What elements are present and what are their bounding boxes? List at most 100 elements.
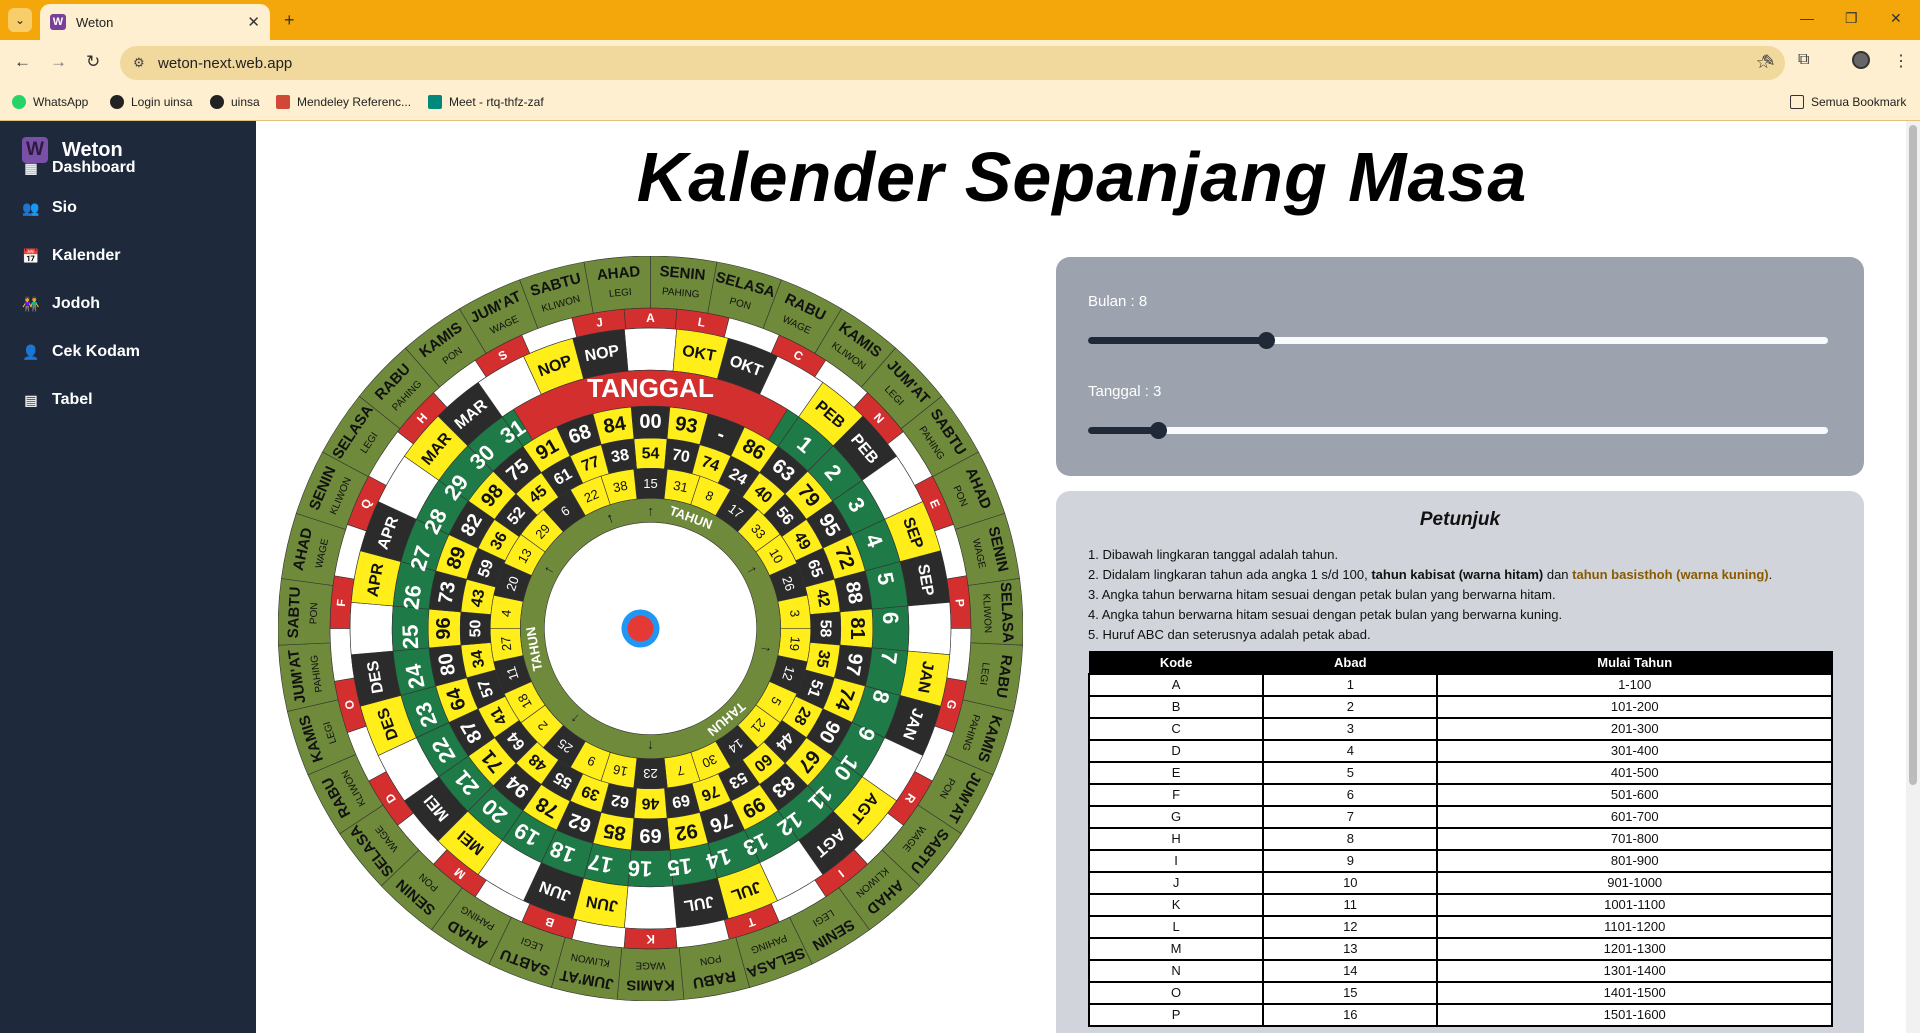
browser-tab[interactable]: W Weton ✕ — [40, 4, 270, 40]
year-mid-label: 58 — [817, 620, 835, 638]
tanggal-label: Tanggal : 3 — [1088, 383, 1162, 400]
table-cell: 901-1000 — [1436, 870, 1833, 895]
dashboard-icon: ▦ — [24, 159, 38, 176]
year-inner-label: 38 — [612, 478, 629, 496]
table-row: L 12 1101-1200 — [1087, 914, 1833, 939]
sidebar-item-sio[interactable]: 👥 Sio — [22, 199, 77, 217]
pasaran-label: LEGI — [608, 287, 632, 300]
table-cell: 6 — [1262, 782, 1439, 807]
center-pin-dot — [627, 615, 654, 642]
year-mid-label: 70 — [671, 446, 692, 467]
all-bookmarks-folder[interactable]: Semua Bookmark — [1790, 95, 1906, 109]
abad-letter: F — [334, 599, 349, 607]
table-cell: 1101-1200 — [1436, 914, 1833, 939]
table-cell: 5 — [1262, 760, 1439, 785]
year-outer-label: 73 — [435, 580, 461, 606]
day-cell — [962, 642, 1023, 712]
table-row: N 14 1301-1400 — [1087, 958, 1833, 983]
table-cell: 1301-1400 — [1436, 958, 1833, 983]
reload-icon[interactable]: ↻ — [86, 52, 100, 72]
main-content: Kalender Sepanjang Masa SENIN PAHING SELAS… — [256, 121, 1920, 1033]
year-mid-label: 42 — [813, 588, 834, 609]
table-cell: H — [1087, 826, 1265, 851]
table-row: O 15 1401-1500 — [1087, 980, 1833, 1005]
sidebar-item-kalender[interactable]: 📅 Kalender — [22, 247, 120, 265]
tab-title: Weton — [76, 14, 114, 30]
table-row: E 5 401-500 — [1087, 760, 1833, 785]
pasaran-label: KLIWON — [980, 593, 993, 633]
bulan-slider[interactable] — [1088, 332, 1828, 349]
controls-panel: Bulan : 8 Tanggal : 3 — [1056, 257, 1864, 476]
year-mid-label: 54 — [642, 444, 660, 462]
table-cell: 2 — [1262, 694, 1439, 719]
scrollbar-thumb[interactable] — [1909, 125, 1917, 785]
bookmark-item[interactable]: Login uinsa — [110, 95, 192, 109]
calendar-wheel[interactable]: SENINPAHING SELASAPON RABUWAGE KAMISKLIWONJ… — [278, 256, 1023, 1001]
forward-icon[interactable]: → — [50, 52, 67, 72]
tanggal-slider[interactable] — [1088, 422, 1828, 439]
sidebar-item-tabel[interactable]: ▤ Tabel — [22, 391, 92, 409]
new-tab-icon[interactable]: + — [284, 10, 295, 31]
year-mid-label: 62 — [610, 791, 631, 812]
table-cell: 15 — [1262, 980, 1439, 1005]
abad-letter: P — [953, 598, 968, 607]
bookmark-item[interactable]: Meet - rtq-thfz-zaf — [428, 95, 544, 109]
profile-avatar[interactable] — [1852, 51, 1870, 69]
year-outer-label: 81 — [846, 617, 868, 639]
restore-icon[interactable]: ❐ — [1845, 10, 1858, 27]
table-body: A 1 1-100 B 2 101-200 C 3 201-300 D 4 301-400 E 5 401-… — [1087, 672, 1833, 1027]
date-label: 26 — [398, 583, 426, 611]
year-mid-label: 46 — [642, 795, 660, 813]
arrow-icon: ↑ — [647, 739, 654, 755]
year-outer-label: 97 — [841, 651, 867, 677]
address-bar[interactable]: ⚙ weton-next.web.app ☆ — [120, 46, 1785, 80]
table-cell: 301-400 — [1436, 738, 1833, 763]
table-cell: 12 — [1262, 914, 1439, 939]
table-cell: 1201-1300 — [1436, 936, 1833, 961]
sidebar-item-jodoh[interactable]: 👫 Jodoh — [22, 295, 100, 313]
menu-kebab-icon[interactable]: ⋮ — [1893, 51, 1909, 71]
bulan-label: Bulan : 8 — [1088, 293, 1148, 310]
table-cell: 14 — [1262, 958, 1439, 983]
table-cell: 1001-1100 — [1436, 892, 1833, 917]
table-cell: 801-900 — [1436, 848, 1833, 873]
note-2: 2. Didalam lingkaran tahun ada angka 1 s… — [1088, 567, 1773, 582]
year-inner-label: 23 — [643, 766, 657, 781]
tab-search-button[interactable]: ⌄ — [8, 8, 32, 32]
bookmark-item[interactable]: uinsa — [210, 95, 260, 109]
page-scrollbar[interactable] — [1906, 121, 1920, 1033]
month-cell — [349, 601, 394, 656]
table-cell: 1-100 — [1436, 672, 1833, 697]
petunjuk-panel: Petunjuk 1. Dibawah lingkaran tanggal ad… — [1056, 491, 1864, 1033]
close-window-icon[interactable]: ✕ — [1890, 10, 1902, 27]
table-cell: P — [1087, 1002, 1265, 1027]
tanggal-slider-thumb[interactable] — [1150, 422, 1168, 439]
year-mid-label: 43 — [468, 588, 489, 609]
sidebar-item-cek-kodam[interactable]: 👤 Cek Kodam — [22, 343, 140, 361]
pen-icon[interactable]: ✎ — [1762, 51, 1775, 71]
table-cell: I — [1087, 848, 1265, 873]
extensions-icon[interactable]: ⧉ — [1798, 51, 1809, 69]
year-outer-label: 88 — [841, 580, 867, 606]
bookmark-item[interactable]: Mendeley Referenc... — [276, 95, 411, 109]
year-mid-label: 38 — [610, 446, 631, 467]
site-info-icon[interactable]: ⚙ — [133, 55, 145, 71]
table-row: K 11 1001-1100 — [1087, 892, 1833, 917]
sidebar-item-dashboard[interactable]: ▦ Dashboard — [22, 159, 135, 177]
bookmark-item[interactable]: WhatsApp — [12, 95, 88, 109]
back-icon[interactable]: ← — [14, 52, 31, 72]
table-cell: A — [1087, 672, 1265, 697]
bulan-slider-thumb[interactable] — [1257, 332, 1275, 349]
table-row: I 9 801-900 — [1087, 848, 1833, 873]
abad-letter: K — [646, 932, 655, 946]
year-outer-label: 80 — [435, 651, 461, 677]
year-outer-label: 69 — [639, 824, 661, 846]
close-tab-icon[interactable]: ✕ — [247, 13, 260, 31]
day-label: KAMIS — [626, 976, 674, 993]
date-label: 15 — [666, 853, 693, 881]
day-label: SELASA — [997, 582, 1017, 644]
table-cell: J — [1087, 870, 1265, 895]
note-5: 5. Huruf ABC dan seterusnya adalah petak… — [1088, 627, 1371, 642]
minimize-icon[interactable]: — — [1800, 10, 1814, 26]
globe-icon — [110, 95, 124, 109]
